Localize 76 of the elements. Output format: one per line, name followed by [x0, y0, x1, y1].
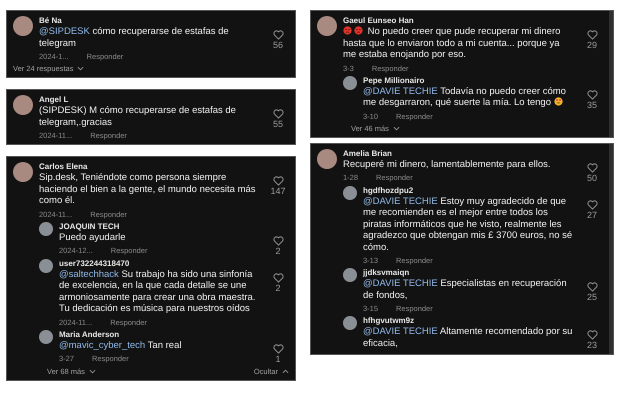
comment-author: Amelia Brian — [343, 148, 393, 158]
avatar-placeholder — [343, 186, 357, 200]
comment-author: hfhgvutwm9z — [363, 316, 416, 325]
comment-author: hgdfhozdpu2 — [363, 186, 414, 194]
avatar-placeholder — [13, 16, 33, 36]
heart-icon[interactable] — [586, 162, 598, 172]
like-count: 25 — [586, 292, 597, 302]
avatar-placeholder — [39, 222, 53, 236]
angry-face-icon — [343, 26, 352, 35]
comment-author: JOAQUIN TECH — [59, 222, 120, 230]
scrollbar[interactable] — [609, 11, 613, 136]
angry-face-icon — [354, 26, 363, 35]
comment-text: @DAVIE TECHIE Altamente recomendado por su eficacia, — [363, 326, 574, 349]
heart-icon[interactable] — [586, 30, 598, 40]
caret-up-icon — [282, 368, 289, 374]
mention-link[interactable]: @mavic_cyber_tech — [59, 340, 146, 350]
heart-icon[interactable] — [272, 272, 284, 282]
comment-text: @DAVIE TECHIE Estoy muy agradecido de que me recomienden es el mejor entre todos los piratas informáticos que he visto, realmente les agradezco que obtengan mis £ 3700 euros, no sé cómo. — [363, 196, 574, 253]
like-count: 29 — [586, 40, 597, 50]
comment-author: Carlos Elena — [39, 162, 88, 171]
comment-author: jjdksvmaiqn — [363, 268, 410, 277]
mention-link[interactable]: @saltechhack — [59, 268, 119, 280]
heart-icon[interactable] — [272, 176, 284, 186]
mention-link[interactable]: @DAVIE TECHIE — [363, 278, 438, 289]
like-count: 1 — [275, 354, 280, 364]
like-count: 50 — [586, 172, 597, 182]
comment-author: Maria Anderson — [59, 330, 120, 338]
comment-author: Angel L — [39, 95, 70, 104]
comment-text: @saltechhack Su trabajo ha sido una sinfonía de excelencia, en la que cada detalle se une armoniosamente para crear una obra maestra. Tu dedicación es música para nuestros oídos — [59, 268, 256, 314]
avatar-placeholder — [13, 162, 33, 182]
mention-link[interactable]: @DAVIE TECHIE — [363, 196, 438, 206]
comment-text: @mavic_cyber_tech Tan real — [59, 340, 182, 351]
like-count: 2 — [275, 282, 280, 292]
heart-icon[interactable] — [272, 344, 284, 354]
heart-eyes-face-icon — [554, 97, 563, 106]
mention-link[interactable]: @DAVIE TECHIE — [363, 326, 438, 337]
heart-icon[interactable] — [586, 330, 598, 340]
like-count: 2 — [275, 246, 280, 256]
avatar-placeholder — [317, 16, 337, 36]
scrollbar[interactable] — [609, 144, 613, 354]
heart-icon[interactable] — [272, 236, 284, 246]
comment-author: Pepe Millionairo — [363, 76, 426, 84]
avatar-placeholder — [39, 258, 53, 272]
avatar-placeholder — [343, 268, 357, 282]
comment-text: Recuperé mi dinero, lamentablemente para ellos. — [343, 158, 552, 170]
caret-down-icon — [88, 368, 96, 374]
like-count: 55 — [272, 119, 283, 129]
comment-author: Bé Na — [39, 16, 63, 25]
comment-text: @SIPDESK cómo recuperarse de estafas de telegram — [39, 26, 230, 49]
like-count: 35 — [586, 100, 597, 110]
like-count: 27 — [586, 210, 597, 220]
comment-author: Gaeul Eunseo Han — [343, 16, 415, 25]
comment-text: (SIPDESK) M cómo recuperarse de estafas de telegram,.gracias — [39, 105, 237, 128]
avatar-placeholder — [39, 330, 53, 344]
mention-link[interactable]: @SIPDESK — [39, 26, 90, 37]
comment-text: Puedo ayudarle — [59, 232, 127, 243]
heart-icon[interactable] — [272, 30, 284, 40]
caret-down-icon — [77, 66, 84, 71]
mention-link[interactable]: @DAVIE TECHIE — [363, 86, 438, 96]
comment-text: @DAVIE TECHIE Especialistas en recuperación de fondos, — [363, 278, 568, 301]
heart-icon[interactable] — [586, 200, 598, 210]
like-count: 56 — [272, 40, 283, 50]
heart-icon[interactable] — [586, 90, 598, 100]
heart-icon[interactable] — [272, 109, 284, 119]
heart-icon[interactable] — [586, 282, 598, 292]
caret-down-icon — [392, 126, 400, 130]
comment-text: No puedo creer que pude recuperar mi dinero hasta que lo enviaron todo a mi cuenta... porque ya me estaba enojando por eso. — [343, 26, 562, 60]
comment-text: Sip.desk, Teniéndote como persona siempre haciendo el bien a la gente, el mundo necesita más como él. — [39, 172, 257, 206]
comment-author: user732244318470 — [59, 258, 130, 268]
avatar-placeholder — [343, 76, 357, 90]
avatar-placeholder — [13, 95, 33, 115]
like-count: 147 — [270, 186, 286, 196]
comment-text: @DAVIE TECHIE Todavía no puedo creer cómo me desgarraron, qué suerte la mía. Lo tengo — [363, 86, 567, 108]
avatar-placeholder — [317, 148, 337, 168]
like-count: 23 — [586, 340, 597, 350]
avatar-placeholder — [343, 316, 357, 330]
